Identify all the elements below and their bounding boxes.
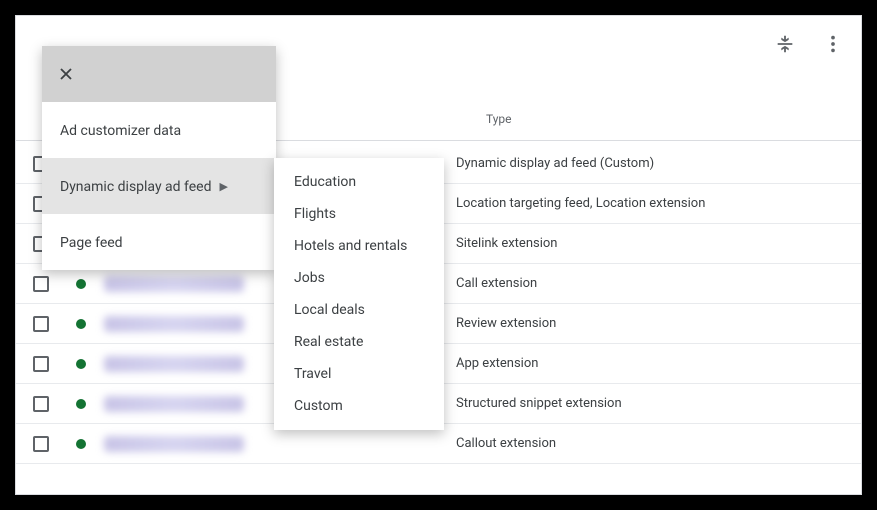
submenu-item[interactable]: Custom [274, 390, 444, 422]
submenu-item[interactable]: Local deals [274, 294, 444, 326]
dropdown-header [42, 46, 276, 102]
more-icon[interactable] [821, 32, 845, 56]
status-dot-icon [76, 319, 86, 329]
status-dot-cell [66, 399, 96, 409]
dropdown-item-label: Dynamic display ad feed [60, 179, 211, 195]
row-name-blurred [104, 276, 244, 292]
row-name-cell [96, 436, 456, 452]
row-checkbox[interactable] [33, 396, 49, 412]
submenu-item[interactable]: Real estate [274, 326, 444, 358]
status-dot-cell [66, 279, 96, 289]
submenu-item[interactable]: Education [274, 166, 444, 198]
status-dot-cell [66, 319, 96, 329]
row-name-blurred [104, 436, 244, 452]
row-type-cell: Call extension [456, 276, 861, 291]
row-type-cell: Review extension [456, 316, 861, 331]
top-actions [773, 32, 845, 56]
status-dot-icon [76, 359, 86, 369]
row-checkbox[interactable] [33, 316, 49, 332]
table-row: Callout extension [16, 424, 861, 464]
dropdown-item-label: Ad customizer data [60, 123, 181, 139]
row-checkbox-cell [16, 316, 66, 332]
row-name-blurred [104, 356, 244, 372]
row-checkbox-cell [16, 436, 66, 452]
status-dot-cell [66, 439, 96, 449]
status-dot-icon [76, 439, 86, 449]
dropdown-item[interactable]: Dynamic display ad feed ▶ [42, 158, 276, 214]
submenu-item[interactable]: Travel [274, 358, 444, 390]
close-icon[interactable] [56, 64, 76, 84]
row-type-cell: Structured snippet extension [456, 396, 861, 411]
dropdown-item[interactable]: Page feed [42, 214, 276, 270]
row-checkbox-cell [16, 276, 66, 292]
row-checkbox-cell [16, 396, 66, 412]
row-type-cell: Sitelink extension [456, 236, 861, 251]
row-type-cell: Dynamic display ad feed (Custom) [456, 156, 861, 171]
row-checkbox[interactable] [33, 436, 49, 452]
row-name-blurred [104, 316, 244, 332]
row-checkbox-cell [16, 356, 66, 372]
status-dot-icon [76, 279, 86, 289]
row-name-blurred [104, 396, 244, 412]
submenu-item[interactable]: Hotels and rentals [274, 230, 444, 262]
dropdown-item[interactable]: Ad customizer data [42, 102, 276, 158]
submenu-item[interactable]: Jobs [274, 262, 444, 294]
chevron-right-icon: ▶ [219, 180, 227, 193]
column-header-type: Type [486, 112, 512, 126]
row-checkbox[interactable] [33, 276, 49, 292]
row-type-cell: Callout extension [456, 436, 861, 451]
status-dot-icon [76, 399, 86, 409]
submenu-item[interactable]: Flights [274, 198, 444, 230]
feed-type-dropdown: Ad customizer data Dynamic display ad fee… [42, 46, 276, 270]
density-icon[interactable] [773, 32, 797, 56]
row-type-cell: Location targeting feed, Location extens… [456, 196, 861, 211]
row-type-cell: App extension [456, 356, 861, 371]
dropdown-item-label: Page feed [60, 235, 123, 251]
status-dot-cell [66, 359, 96, 369]
data-feed-panel: Type Dynamic display ad feed (Custom) Lo… [15, 15, 862, 495]
feed-subtype-submenu: EducationFlightsHotels and rentalsJobsLo… [274, 158, 444, 430]
row-checkbox[interactable] [33, 356, 49, 372]
